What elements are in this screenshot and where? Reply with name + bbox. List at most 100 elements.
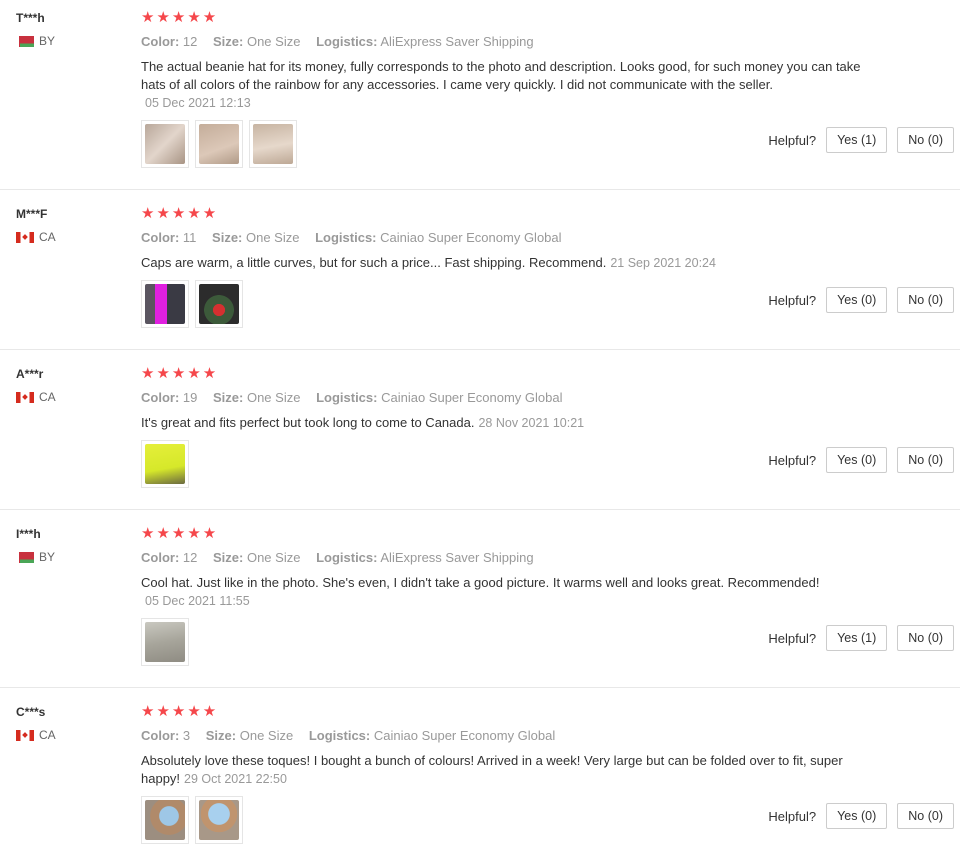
size-value: One Size [246,390,301,405]
size-label: Size: [205,728,237,743]
review-item: C***s CA ★★★★★ Color: 3 Size: One Size L… [0,694,960,864]
color-label: Color: [141,390,180,405]
review-text: The actual beanie hat for its money, ful… [141,58,861,112]
reviewer-name: T***h [16,11,45,25]
review-photos [141,280,243,328]
review-text: It's great and fits perfect but took lon… [141,414,861,432]
country-code: CA [39,390,56,404]
review-photos [141,618,189,666]
logistics-value: Cainiao Super Economy Global [373,728,556,743]
helpful-yes-button[interactable]: Yes (0) [826,447,888,473]
review-photos [141,440,189,488]
helpful-label: Helpful? [768,292,817,308]
helpful-label: Helpful? [768,452,817,468]
review-text: Absolutely love these toques! I bought a… [141,752,861,788]
color-value: 11 [182,230,197,245]
review-photo-thumbnail[interactable] [141,280,189,328]
helpful-vote: Helpful? Yes (0) No (0) [768,447,954,473]
reviewer-name: M***F [16,207,48,221]
logistics-label: Logistics: [315,230,377,245]
size-value: One Size [239,728,294,743]
helpful-yes-button[interactable]: Yes (1) [826,127,888,153]
logistics-label: Logistics: [308,728,371,743]
review-photo-thumbnail[interactable] [195,796,243,844]
review-attributes: Color: 12 Size: One Size Logistics: AliE… [141,550,861,566]
size-value: One Size [246,230,300,245]
review-photo-thumbnail[interactable] [141,120,189,168]
review-photo-thumbnail[interactable] [195,120,243,168]
review-text-content: Caps are warm, a little curves, but for … [141,255,607,270]
logistics-label: Logistics: [316,390,378,405]
color-value: 19 [182,390,198,405]
star-rating: ★★★★★ [141,205,219,222]
helpful-yes-button[interactable]: Yes (0) [826,803,888,829]
review-text-content: Cool hat. Just like in the photo. She's … [141,575,820,590]
logistics-label: Logistics: [316,34,378,49]
review-photo-thumbnail[interactable] [141,796,189,844]
color-value: 12 [182,34,198,49]
helpful-no-button[interactable]: No (0) [897,287,954,313]
review-date: 29 Oct 2021 22:50 [184,772,287,786]
review-body: ★★★★★ Color: 19 Size: One Size Logistics… [141,366,861,432]
review-photos [141,796,243,844]
country-code: CA [39,728,56,742]
helpful-label: Helpful? [768,808,817,824]
canada-flag-icon [16,729,34,741]
helpful-no-button[interactable]: No (0) [897,447,954,473]
color-value: 12 [182,550,198,565]
star-rating: ★★★★★ [141,365,219,382]
size-label: Size: [212,230,243,245]
color-value: 3 [182,728,191,743]
reviewer-country: CA [16,390,56,404]
review-photo-thumbnail[interactable] [195,280,243,328]
canada-flag-icon [16,391,34,403]
reviewer-name: A***r [16,367,44,381]
helpful-vote: Helpful? Yes (0) No (0) [768,803,954,829]
reviewer-info: M***F CA [16,206,56,244]
helpful-no-button[interactable]: No (0) [897,803,954,829]
review-photo-thumbnail[interactable] [141,440,189,488]
country-code: CA [39,230,56,244]
reviewer-country: BY [16,550,55,564]
color-label: Color: [141,550,180,565]
reviewer-country: CA [16,230,56,244]
star-rating: ★★★★★ [141,525,219,542]
helpful-no-button[interactable]: No (0) [897,127,954,153]
review-text: Cool hat. Just like in the photo. She's … [141,574,861,610]
helpful-no-button[interactable]: No (0) [897,625,954,651]
helpful-yes-button[interactable]: Yes (0) [826,287,888,313]
review-item: A***r CA ★★★★★ Color: 19 Size: One Size … [0,356,960,510]
size-label: Size: [213,390,244,405]
review-item: T***h BY ★★★★★ Color: 12 Size: One Size … [0,0,960,190]
star-rating: ★★★★★ [141,9,219,26]
helpful-yes-button[interactable]: Yes (1) [826,625,888,651]
belarus-flag-icon [16,551,34,563]
review-body: ★★★★★ Color: 3 Size: One Size Logistics:… [141,704,861,788]
country-code: BY [39,34,56,48]
helpful-vote: Helpful? Yes (0) No (0) [768,287,954,313]
reviewer-info: C***s CA [16,704,56,742]
helpful-label: Helpful? [768,132,817,148]
review-body: ★★★★★ Color: 12 Size: One Size Logistics… [141,10,861,112]
review-photo-thumbnail[interactable] [249,120,297,168]
color-label: Color: [141,230,180,245]
review-body: ★★★★★ Color: 12 Size: One Size Logistics… [141,526,861,610]
logistics-value: AliExpress Saver Shipping [380,34,534,49]
review-photo-thumbnail[interactable] [141,618,189,666]
helpful-label: Helpful? [768,630,817,646]
color-label: Color: [141,34,180,49]
review-body: ★★★★★ Color: 11 Size: One Size Logistics… [141,206,861,272]
star-rating: ★★★★★ [141,703,219,720]
review-text-content: It's great and fits perfect but took lon… [141,415,475,430]
review-attributes: Color: 12 Size: One Size Logistics: AliE… [141,34,861,50]
review-date: 21 Sep 2021 20:24 [610,256,716,270]
review-photos [141,120,297,168]
logistics-value: Cainiao Super Economy Global [380,230,562,245]
country-code: BY [39,550,56,564]
logistics-value: Cainiao Super Economy Global [381,390,563,405]
review-text: Caps are warm, a little curves, but for … [141,254,861,272]
helpful-vote: Helpful? Yes (1) No (0) [768,625,954,651]
logistics-label: Logistics: [316,550,378,565]
reviewer-name: C***s [16,705,46,719]
helpful-vote: Helpful? Yes (1) No (0) [768,127,954,153]
